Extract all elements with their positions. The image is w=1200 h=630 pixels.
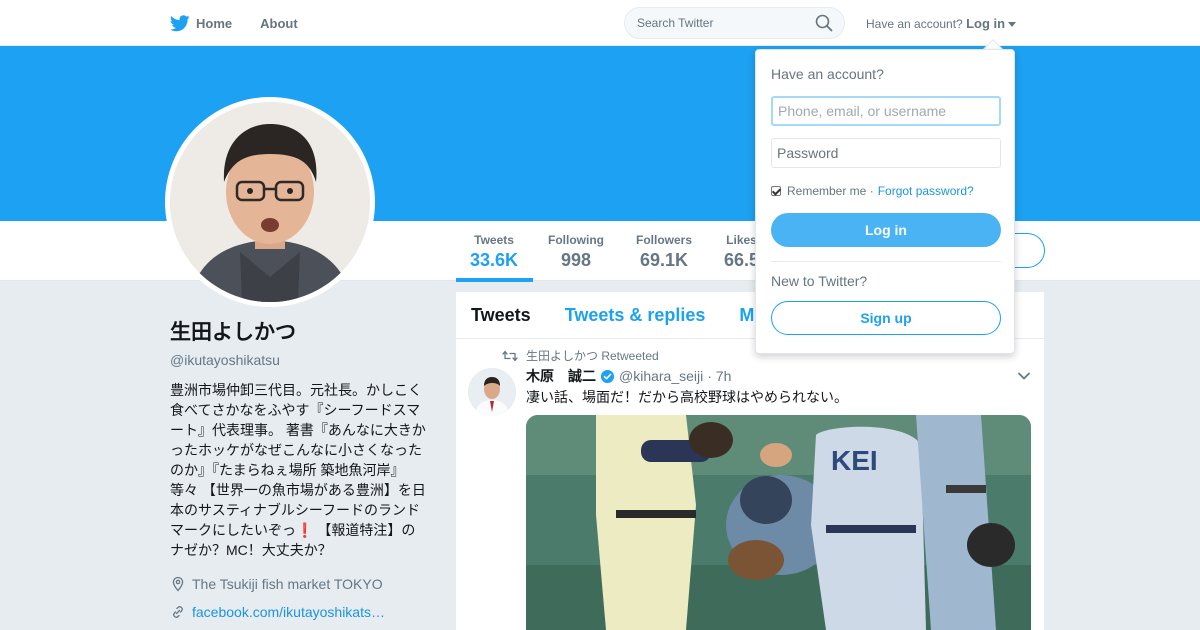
username-field[interactable]	[771, 96, 1001, 126]
forgot-password-link[interactable]: Forgot password?	[878, 184, 974, 198]
bio-line: ナゼか？MC！大丈夫か？	[170, 542, 332, 558]
tab-media[interactable]: M	[739, 305, 754, 326]
stat-likes[interactable]: Likes 66.5	[724, 233, 759, 271]
signup-button[interactable]: Sign up	[771, 301, 1001, 335]
divider	[771, 261, 1001, 262]
tweet-avatar-illustration	[468, 368, 516, 416]
verified-badge-icon	[600, 369, 615, 383]
search-icon[interactable]	[815, 14, 833, 32]
profile-bio-card: 生田よしかつ @ikutayoshikatsu 豊洲市場仲卸三代目。元社長。かし…	[170, 316, 435, 630]
caret-down-icon	[1008, 22, 1017, 28]
avatar-illustration	[170, 102, 370, 302]
retweet-text[interactable]: 生田よしかつ Retweeted	[526, 347, 659, 364]
bio-line: マークにしたいぞっ❗️ 【報道特注】の	[170, 522, 416, 538]
stat-following[interactable]: Following 998	[548, 233, 604, 271]
retweet-context: 生田よしかつ Retweeted	[502, 347, 659, 364]
have-account-text: Have an account?	[866, 17, 963, 31]
stat-followers-label: Followers	[636, 233, 693, 247]
stat-tweets-label: Tweets	[474, 233, 514, 247]
have-account-prompt: Have an account? Log in	[866, 16, 1017, 31]
login-dropdown: Have an account? Remember me · Forgot pa…	[755, 49, 1015, 354]
stat-tweets[interactable]: Tweets 33.6K	[470, 233, 518, 271]
bio-line: 食べてさかなをふやす『シーフードスマ	[170, 402, 421, 418]
stat-following-value: 998	[560, 250, 592, 270]
top-nav: Home About Have an account? Log in	[0, 0, 1200, 46]
tweet-photo[interactable]: KEI	[526, 415, 1031, 630]
profile-bio: 豊洲市場仲卸三代目。元社長。かしこく 食べてさかなをふやす『シーフードスマ ート…	[170, 380, 435, 560]
website-link[interactable]: facebook.com/ikutayoshikats…	[192, 604, 385, 620]
tweet-author-handle[interactable]: @kihara_seiji	[619, 368, 703, 384]
tweet-author-avatar[interactable]	[468, 368, 516, 416]
profile-avatar[interactable]	[165, 97, 375, 307]
stat-tweets-value: 33.6K	[470, 250, 519, 270]
stat-followers-value: 69.1K	[639, 250, 689, 270]
tab-tweets[interactable]: Tweets	[471, 305, 531, 326]
stat-likes-value: 66.5	[724, 250, 760, 270]
bio-line: ったホッケがなぜこんなに小さくなった	[170, 442, 422, 458]
login-menu-toggle[interactable]: Log in	[966, 16, 1017, 31]
tweet-header: 木原 誠二 @kihara_seiji · 7h	[526, 366, 731, 386]
active-tab-underline	[456, 278, 533, 282]
nav-home[interactable]: Home	[170, 14, 233, 32]
location-pin-icon	[172, 576, 184, 592]
bio-line: 等々 【世界一の魚市場がある豊洲】を日	[170, 482, 426, 498]
location-text: The Tsukiji fish market TOKYO	[192, 576, 383, 592]
profile-website: facebook.com/ikutayoshikats…	[170, 602, 435, 622]
tweet-photo-illustration: KEI	[526, 415, 1031, 630]
bio-line: 豊洲市場仲卸三代目。元社長。かしこく	[170, 382, 422, 398]
tweet-text: 凄い話、場面だ！だから高校野球はやめられない。	[526, 389, 848, 405]
password-field[interactable]	[771, 138, 1001, 168]
login-link-label: Log in	[966, 16, 1006, 31]
chevron-down-icon[interactable]	[1017, 371, 1031, 381]
stat-likes-label: Likes	[726, 233, 757, 247]
nav-about-label: About	[260, 15, 298, 31]
tweet-author-name[interactable]: 木原 誠二	[526, 366, 596, 386]
bio-line: ート』代表理事。 著書『あんなに大きか	[170, 422, 426, 438]
profile-handle[interactable]: @ikutayoshikatsu	[170, 352, 435, 368]
new-to-twitter-text: New to Twitter?	[771, 273, 868, 289]
profile-name[interactable]: 生田よしかつ	[170, 316, 435, 346]
nav-left: Home About	[170, 0, 326, 46]
bio-line: のか』『たまらねぇ場所 築地魚河岸』	[170, 462, 405, 478]
nav-about[interactable]: About	[260, 16, 298, 31]
stat-following-label: Following	[548, 233, 604, 247]
tab-tweets-replies[interactable]: Tweets & replies	[565, 305, 706, 326]
dropdown-title: Have an account?	[771, 66, 884, 82]
retweet-icon	[502, 350, 518, 361]
tweet-timestamp[interactable]: · 7h	[707, 368, 731, 384]
remember-label[interactable]: Remember me ·	[787, 184, 874, 198]
login-button[interactable]: Log in	[771, 213, 1001, 247]
remember-checkbox[interactable]	[771, 186, 781, 196]
link-icon	[173, 606, 183, 618]
stat-followers[interactable]: Followers 69.1K	[636, 233, 692, 271]
avatar-photo	[170, 102, 370, 302]
nav-home-label: Home	[196, 15, 233, 31]
svg-text:KEI: KEI	[831, 445, 878, 476]
remember-row: Remember me · Forgot password?	[771, 184, 974, 198]
search-input[interactable]	[624, 7, 845, 39]
profile-location: The Tsukiji fish market TOKYO	[170, 574, 435, 594]
bio-line: 本のサスティナブルシーフードのランド	[170, 502, 421, 518]
twitter-bird-icon	[170, 14, 190, 31]
